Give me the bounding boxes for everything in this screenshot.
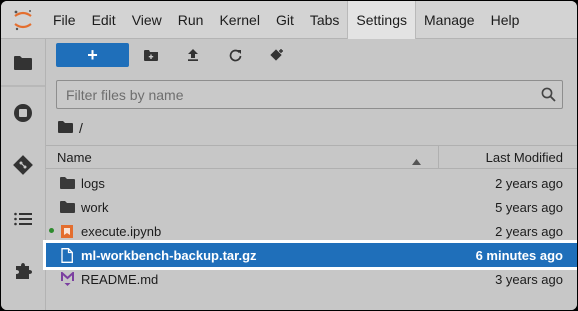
file-browser-toolbar: + <box>46 39 577 75</box>
sort-ascending-icon[interactable] <box>412 153 421 168</box>
menu-manage[interactable]: Manage <box>416 1 483 39</box>
file-list-header: Name Last Modified <box>46 145 577 169</box>
git-icon[interactable] <box>1 143 45 187</box>
filter-files-input[interactable] <box>57 81 527 108</box>
new-launcher-button[interactable]: + <box>56 43 129 67</box>
column-modified-header[interactable]: Last Modified <box>486 150 563 165</box>
file-name: work <box>81 200 109 215</box>
menu-git[interactable]: Git <box>268 1 302 39</box>
search-icon <box>541 87 556 107</box>
markdown-icon <box>59 271 75 287</box>
file-modified: 6 minutes ago <box>475 248 563 263</box>
menu-kernel[interactable]: Kernel <box>211 1 267 39</box>
running-indicator <box>49 228 54 233</box>
menu-help[interactable]: Help <box>483 1 528 39</box>
list-item[interactable]: README.md 3 years ago <box>46 267 577 291</box>
puzzle-icon[interactable] <box>1 249 45 293</box>
list-item[interactable]: work 5 years ago <box>46 195 577 219</box>
menu-file[interactable]: File <box>45 1 84 39</box>
jupyter-logo <box>1 1 45 39</box>
upload-icon[interactable] <box>178 43 208 67</box>
git-clone-icon[interactable] <box>262 43 292 67</box>
jupyterlab-window: File Edit View Run Kernel Git Tabs Setti… <box>1 1 577 310</box>
menu-settings[interactable]: Settings <box>347 1 416 39</box>
file-name: ml-workbench-backup.tar.gz <box>81 248 257 263</box>
menu-bar: File Edit View Run Kernel Git Tabs Setti… <box>1 1 577 39</box>
file-name: README.md <box>81 272 159 287</box>
file-modified: 2 years ago <box>495 224 563 239</box>
menu-run[interactable]: Run <box>170 1 212 39</box>
activity-sidebar <box>1 39 45 310</box>
menu-view[interactable]: View <box>124 1 170 39</box>
menu-edit[interactable]: Edit <box>84 1 124 39</box>
new-folder-icon[interactable] <box>136 43 166 67</box>
file-browser: + / Name <box>45 39 577 310</box>
column-divider[interactable] <box>438 146 439 168</box>
file-modified: 5 years ago <box>495 200 563 215</box>
filter-files-box <box>56 80 563 109</box>
menu-tabs[interactable]: Tabs <box>302 1 348 39</box>
list-item-selected[interactable]: ml-workbench-backup.tar.gz 6 minutes ago <box>46 243 577 267</box>
folder-icon[interactable] <box>1 41 45 85</box>
stop-circle-icon[interactable] <box>1 91 45 135</box>
folder-icon <box>59 199 75 215</box>
home-folder-icon[interactable] <box>58 120 73 136</box>
file-icon <box>59 247 75 263</box>
refresh-icon[interactable] <box>220 43 250 67</box>
breadcrumb: / <box>58 119 83 137</box>
column-name-header[interactable]: Name <box>57 150 92 165</box>
list-icon[interactable] <box>1 197 45 241</box>
folder-icon <box>59 175 75 191</box>
sidebar-divider <box>1 85 45 87</box>
file-name: logs <box>81 176 105 191</box>
file-modified: 2 years ago <box>495 176 563 191</box>
breadcrumb-path[interactable]: / <box>79 120 83 136</box>
list-item[interactable]: execute.ipynb 2 years ago <box>46 219 577 243</box>
notebook-icon <box>59 223 75 239</box>
list-item[interactable]: logs 2 years ago <box>46 171 577 195</box>
file-name: execute.ipynb <box>81 224 162 239</box>
file-modified: 3 years ago <box>495 272 563 287</box>
